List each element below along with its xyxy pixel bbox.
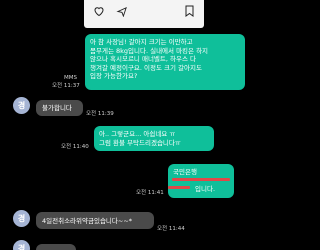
share-icon[interactable]: [116, 6, 128, 17]
redaction-mark: [172, 178, 230, 181]
outgoing-message[interactable]: 국민은행 입니다.: [168, 164, 234, 198]
bookmark-icon[interactable]: [185, 5, 194, 17]
message-line: 않으나 혹시모르니 매너벨트, 하우스 다: [90, 55, 197, 63]
message-time: 오전 11:40: [61, 144, 89, 150]
message-time: 오전 11:39: [86, 111, 114, 117]
message-line: 입장 가능한가요?: [90, 72, 138, 80]
redaction-mark: [168, 186, 190, 189]
chat-screen: 아 참 사장님! 갈아지 크기는 이만하고 몸무게는 8kg입니다. 실내에서 …: [0, 0, 250, 250]
outgoing-message[interactable]: 아 참 사장님! 갈아지 크기는 이만하고 몸무게는 8kg입니다. 실내에서 …: [85, 34, 245, 90]
message-line: 아 참 사장님! 갈아지 크기는 이만하고: [90, 38, 193, 46]
message-time: 오전 11:41: [136, 190, 164, 196]
message-line: 국민은행: [173, 168, 197, 176]
message-text: 4일전취소라위약금있습니다~~*: [42, 217, 133, 225]
message-line: 그럼 환불 부탁드리겠습니다ㅠ: [99, 139, 181, 147]
message-line: 아.. 그렇군요... 아쉽네요 ㅠ: [99, 130, 176, 138]
message-text: 불가합니다: [42, 104, 72, 112]
incoming-message[interactable]: 4일전취소라위약금있습니다~~*: [36, 212, 154, 229]
message-line: 챙겨갈 예정이구요. 이정도 크기 갈아지도: [90, 63, 202, 72]
avatar-initial: 경: [17, 214, 26, 223]
heart-icon[interactable]: [93, 5, 105, 17]
incoming-message[interactable]: 불가합니다: [36, 100, 83, 116]
message-time: 오전 11:37: [52, 83, 80, 89]
avatar[interactable]: 경: [13, 97, 30, 114]
message-line: 몸무게는 8kg입니다. 실내에서 마킹은 하지: [90, 46, 209, 55]
message-time: 오전 11:44: [157, 226, 185, 232]
outgoing-message[interactable]: 아.. 그렇군요... 아쉽네요 ㅠ 그럼 환불 부탁드리겠습니다ㅠ: [94, 126, 214, 151]
incoming-message[interactable]: [36, 244, 76, 250]
avatar[interactable]: 경: [13, 240, 30, 250]
shared-image-card[interactable]: [84, 0, 204, 28]
avatar[interactable]: 경: [13, 210, 30, 227]
avatar-initial: 경: [17, 101, 26, 110]
message-type-tag: MMS: [64, 75, 77, 81]
avatar-initial: 경: [17, 244, 26, 250]
